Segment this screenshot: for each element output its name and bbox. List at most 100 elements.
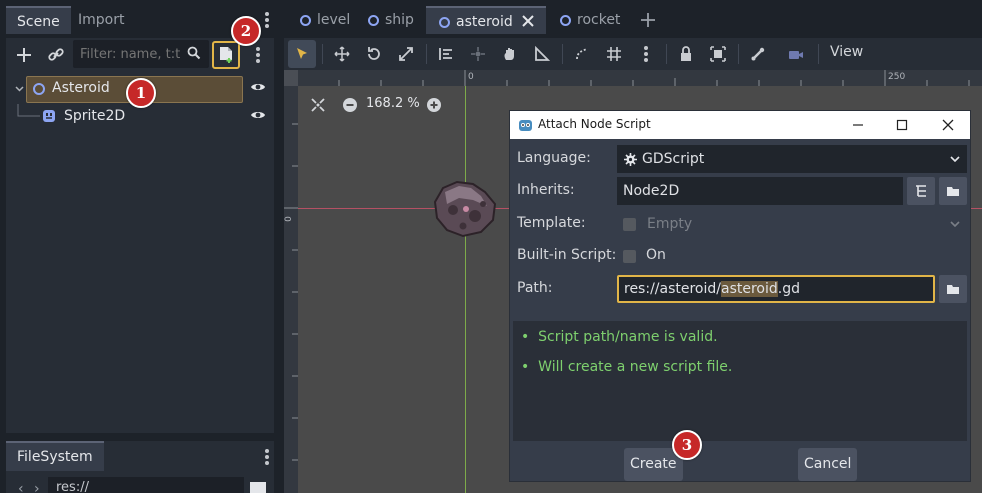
pan-mode-icon[interactable] xyxy=(496,40,524,68)
attach-script-button[interactable] xyxy=(212,41,240,69)
ruler-top: 0 250 xyxy=(298,70,982,86)
tree-item-label: Asteroid xyxy=(52,80,110,96)
tab-label: asteroid xyxy=(456,14,513,30)
dialog-titlebar: Attach Node Script xyxy=(510,111,970,139)
chevron-down-icon xyxy=(950,156,960,162)
filesystem-panel: FileSystem ‹ › res:// xyxy=(6,441,274,493)
select-mode-icon[interactable] xyxy=(288,40,316,68)
node2d-icon xyxy=(368,15,379,26)
asteroid-sprite[interactable] xyxy=(433,180,499,238)
ruler-mark: 0 xyxy=(468,72,474,82)
zoom-level[interactable]: 168.2 % xyxy=(366,96,420,111)
link-icon[interactable] xyxy=(44,43,68,67)
ruler-corner xyxy=(284,70,298,86)
search-icon xyxy=(187,46,201,64)
visibility-eye-icon[interactable] xyxy=(250,109,266,121)
validation-message: • Will create a new script file. xyxy=(521,359,733,375)
lock-icon[interactable] xyxy=(672,40,700,68)
split-view-icon[interactable] xyxy=(250,482,266,493)
tab-filesystem[interactable]: FileSystem xyxy=(6,441,104,471)
canvas-toolbar: View xyxy=(284,38,982,70)
add-tab-icon[interactable] xyxy=(640,12,656,28)
step-marker-1: 1 xyxy=(126,78,156,108)
step-marker-3: 3 xyxy=(672,430,702,460)
camera-override-icon[interactable] xyxy=(782,40,810,68)
view-menu-button[interactable]: View xyxy=(830,44,863,60)
center-view-icon[interactable] xyxy=(310,97,326,113)
minimize-icon[interactable] xyxy=(852,119,864,131)
validation-messages: • Script path/name is valid. • Will crea… xyxy=(513,321,967,441)
filesystem-menu-icon[interactable] xyxy=(265,449,269,467)
ruler-left: 0 xyxy=(284,86,298,493)
cancel-button[interactable]: Cancel xyxy=(798,448,858,481)
tab-rocket[interactable]: rocket xyxy=(547,6,632,34)
attach-node-script-dialog: Attach Node Script Language: GDScript In… xyxy=(509,110,971,482)
scene-menu-icon[interactable] xyxy=(246,43,270,67)
builtin-script-checkbox[interactable] xyxy=(623,250,636,263)
scene-tab-bar: level ship asteroid rocket xyxy=(284,0,982,38)
dock-menu-icon[interactable] xyxy=(265,12,269,30)
pivot-mode-icon[interactable] xyxy=(464,40,492,68)
tab-asteroid[interactable]: asteroid xyxy=(426,6,546,34)
back-arrow-icon[interactable]: ‹ xyxy=(18,481,24,493)
close-icon[interactable] xyxy=(522,15,534,27)
gear-icon xyxy=(624,153,637,166)
filesystem-path-input[interactable]: res:// xyxy=(48,477,244,493)
sprite2d-icon xyxy=(43,110,55,122)
ruler-mark: 0 xyxy=(284,216,294,222)
group-icon[interactable] xyxy=(704,40,732,68)
forward-arrow-icon[interactable]: › xyxy=(34,481,40,493)
close-icon[interactable] xyxy=(942,119,954,131)
template-select[interactable]: Empty xyxy=(641,210,967,238)
browse-node-button[interactable] xyxy=(907,177,935,205)
zoom-in-icon[interactable] xyxy=(426,97,442,113)
scene-toolbar xyxy=(6,38,274,72)
node2d-icon xyxy=(300,15,311,26)
builtin-script-on-label: On xyxy=(646,247,666,263)
list-mode-icon[interactable] xyxy=(432,40,460,68)
smart-snap-icon[interactable] xyxy=(568,40,596,68)
ruler-mark: 250 xyxy=(888,72,906,82)
scale-mode-icon[interactable] xyxy=(392,40,420,68)
browse-path-button[interactable] xyxy=(939,275,967,303)
language-select[interactable]: GDScript xyxy=(617,145,967,173)
path-suffix: .gd xyxy=(777,281,800,297)
node2d-icon xyxy=(439,17,450,28)
tab-level[interactable]: level xyxy=(287,6,355,34)
node2d-icon xyxy=(33,83,45,95)
move-mode-icon[interactable] xyxy=(328,40,356,68)
template-label: Template: xyxy=(517,215,586,231)
ruler-mode-icon[interactable] xyxy=(528,40,556,68)
chevron-down-icon[interactable] xyxy=(15,86,24,92)
grid-snap-icon[interactable] xyxy=(600,40,628,68)
validation-message: • Script path/name is valid. xyxy=(521,329,718,345)
visibility-eye-icon[interactable] xyxy=(250,81,266,93)
inherits-field[interactable]: Node2D xyxy=(617,177,903,205)
tab-label: ship xyxy=(385,12,414,28)
tab-ship[interactable]: ship xyxy=(355,6,425,34)
folder-icon xyxy=(947,285,959,294)
tab-label: rocket xyxy=(577,12,621,28)
template-checkbox[interactable] xyxy=(623,218,636,231)
snap-menu-icon[interactable] xyxy=(632,40,660,68)
dialog-title: Attach Node Script xyxy=(538,117,651,131)
add-node-icon[interactable] xyxy=(12,43,36,67)
tab-scene[interactable]: Scene xyxy=(6,6,71,34)
attach-script-icon xyxy=(220,47,232,63)
tree-item-label: Sprite2D xyxy=(64,108,126,124)
tab-import[interactable]: Import xyxy=(67,6,135,34)
language-value: GDScript xyxy=(642,151,705,167)
tab-label: level xyxy=(317,12,351,28)
path-label: Path: xyxy=(517,280,553,296)
left-dock: Scene Import Filter: name, t:t Asteroid … xyxy=(0,0,280,493)
inherits-label: Inherits: xyxy=(517,182,575,198)
browse-inherits-button[interactable] xyxy=(939,177,967,205)
chevron-down-icon xyxy=(950,221,960,227)
folder-icon xyxy=(947,187,959,196)
maximize-icon[interactable] xyxy=(896,119,908,131)
path-input[interactable]: res://asteroid/asteroid.gd xyxy=(617,275,935,303)
rotate-mode-icon[interactable] xyxy=(360,40,388,68)
builtin-script-label: Built-in Script: xyxy=(517,247,617,263)
zoom-out-icon[interactable] xyxy=(342,97,358,113)
bone-icon[interactable] xyxy=(744,40,772,68)
